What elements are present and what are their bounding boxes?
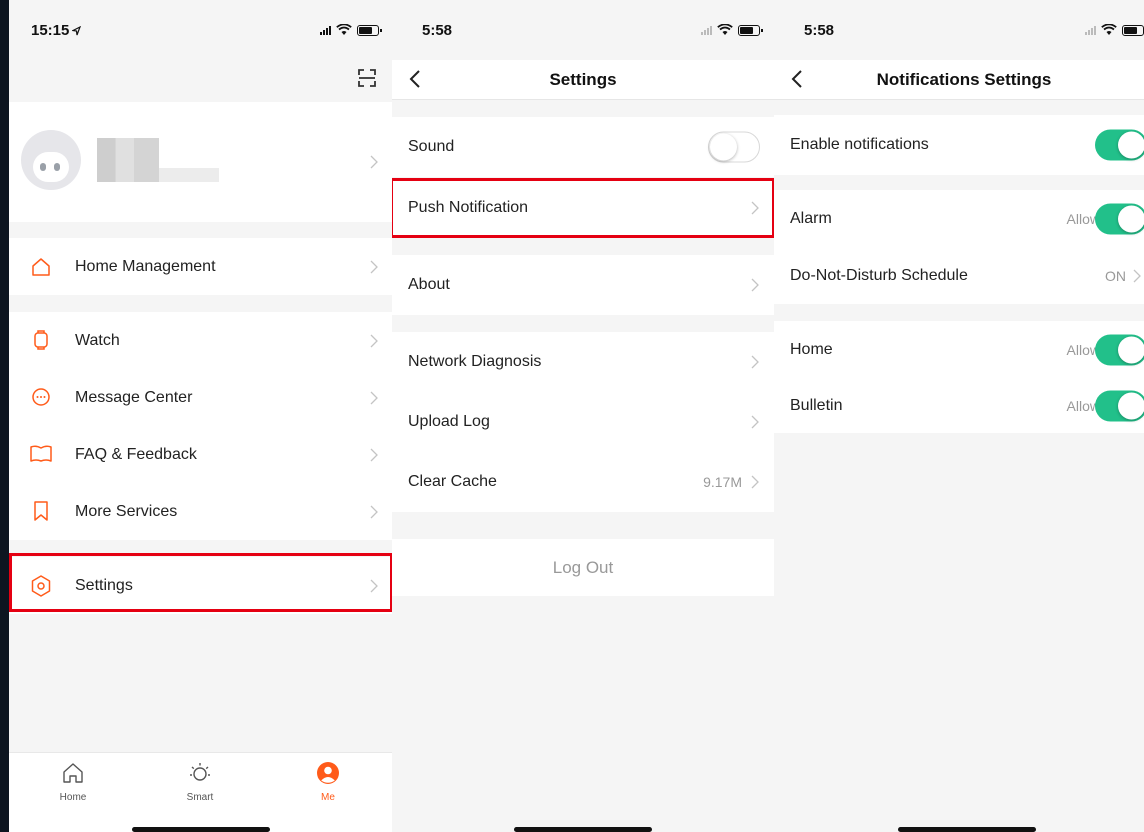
wifi-icon [336, 24, 352, 35]
row-label: Network Diagnosis [408, 353, 542, 370]
chevron-right-icon [370, 260, 378, 273]
bulletin-toggle[interactable] [1095, 390, 1144, 421]
row-label: Clear Cache [408, 473, 497, 490]
row-label: Alarm [790, 210, 832, 227]
upload-log-row[interactable]: Upload Log [392, 392, 774, 452]
chevron-right-icon [751, 278, 759, 292]
menu-item-more-services[interactable]: More Services [9, 483, 393, 540]
person-icon [317, 762, 339, 784]
network-diagnosis-row[interactable]: Network Diagnosis [392, 332, 774, 392]
house-outline-icon [32, 258, 50, 276]
scan-icon[interactable] [357, 68, 377, 88]
tab-smart[interactable]: Smart [170, 761, 230, 803]
menu-item-message-center[interactable]: Message Center [9, 369, 393, 426]
status-time: 15:15 [31, 22, 70, 39]
row-label: Sound [408, 138, 455, 155]
cellular-signal-icon [701, 25, 712, 35]
bulletin-row: Bulletin Allow [774, 378, 1144, 433]
highlight-box-push-notification [392, 178, 774, 238]
row-label: Home [790, 340, 833, 358]
book-icon [30, 445, 52, 462]
nav-bar: Notifications Settings [774, 60, 1144, 100]
chevron-right-icon [751, 475, 759, 489]
chevron-right-icon [751, 415, 759, 429]
status-bar: 15:15 [9, 0, 393, 60]
chevron-right-icon [751, 355, 759, 369]
chevron-right-icon [1133, 269, 1141, 283]
tab-label: Home [59, 792, 87, 803]
bookmark-icon [34, 501, 48, 521]
cellular-signal-icon [320, 25, 331, 35]
tab-bar: Home Smart Me [9, 752, 393, 832]
wifi-icon [1101, 24, 1117, 35]
sound-toggle[interactable] [708, 131, 760, 163]
dnd-status: ON [1105, 268, 1126, 284]
status-bar: 5:58 [392, 0, 774, 60]
enable-notifications-row: Enable notifications [774, 115, 1144, 175]
menu-label: Message Center [75, 388, 193, 406]
chevron-right-icon [370, 155, 378, 169]
about-row[interactable]: About [392, 255, 774, 315]
blurred-username [97, 138, 159, 182]
tab-label: Smart [186, 792, 214, 803]
status-bar: 5:58 [774, 0, 1144, 60]
menu-label: FAQ & Feedback [75, 445, 197, 463]
menu-item-faq-feedback[interactable]: FAQ & Feedback [9, 426, 393, 483]
menu-item-home-management[interactable]: Home Management [9, 238, 393, 295]
location-arrow-icon [72, 26, 81, 36]
chevron-right-icon [370, 505, 378, 518]
chevron-right-icon [370, 391, 378, 404]
logout-label: Log Out [552, 557, 614, 577]
menu-item-watch[interactable]: Watch [9, 312, 393, 369]
menu-label: Home Management [75, 257, 216, 275]
tab-label: Me [321, 792, 335, 803]
wifi-icon [717, 24, 733, 35]
page-title: Notifications Settings [876, 70, 1052, 89]
home-indicator [898, 827, 1036, 832]
page-title: Settings [549, 70, 617, 89]
sound-row: Sound [392, 117, 774, 177]
sun-icon [190, 763, 210, 781]
avatar [21, 130, 81, 190]
battery-icon [1122, 24, 1144, 36]
battery-icon [357, 24, 382, 36]
chevron-right-icon [370, 334, 378, 347]
row-label: Bulletin [790, 396, 843, 414]
clear-cache-row[interactable]: Clear Cache 9.17M [392, 452, 774, 512]
alarm-row: Alarm Allow [774, 190, 1144, 248]
do-not-disturb-row[interactable]: Do-Not-Disturb Schedule ON [774, 248, 1144, 304]
notifications-settings-screen: 5:58 Notifications Settings Enable notif… [774, 0, 1144, 832]
logout-button[interactable]: Log Out [392, 539, 774, 596]
row-label: About [408, 276, 450, 293]
alarm-toggle[interactable] [1095, 203, 1144, 235]
home-notification-row: Home Allow [774, 321, 1144, 378]
chevron-right-icon [370, 448, 378, 461]
settings-screen: 5:58 Settings Sound Push Notification Ab… [392, 0, 774, 832]
cellular-signal-icon [1085, 25, 1096, 35]
row-label: Enable notifications [790, 136, 929, 153]
home-indicator [514, 827, 652, 832]
home-indicator [132, 827, 270, 832]
home-toggle[interactable] [1095, 334, 1144, 365]
status-time: 5:58 [804, 22, 835, 39]
enable-notifications-toggle[interactable] [1095, 129, 1144, 161]
cache-size: 9.17M [703, 474, 742, 490]
profile-row[interactable] [9, 102, 393, 222]
status-time: 5:58 [422, 22, 453, 39]
battery-icon [738, 24, 763, 36]
tab-me[interactable]: Me [298, 761, 358, 803]
watch-icon [34, 330, 48, 350]
row-label: Do-Not-Disturb Schedule [790, 267, 968, 284]
chat-bubble-icon [32, 388, 50, 406]
tab-home[interactable]: Home [43, 761, 103, 803]
me-screen: 15:15 Home Management Watch Message Cent… [9, 0, 393, 832]
house-icon [63, 763, 83, 783]
nav-bar: Settings [392, 60, 774, 100]
row-label: Upload Log [408, 413, 490, 430]
highlight-box-settings [9, 553, 393, 612]
menu-label: Watch [75, 331, 120, 349]
menu-label: More Services [75, 502, 178, 520]
